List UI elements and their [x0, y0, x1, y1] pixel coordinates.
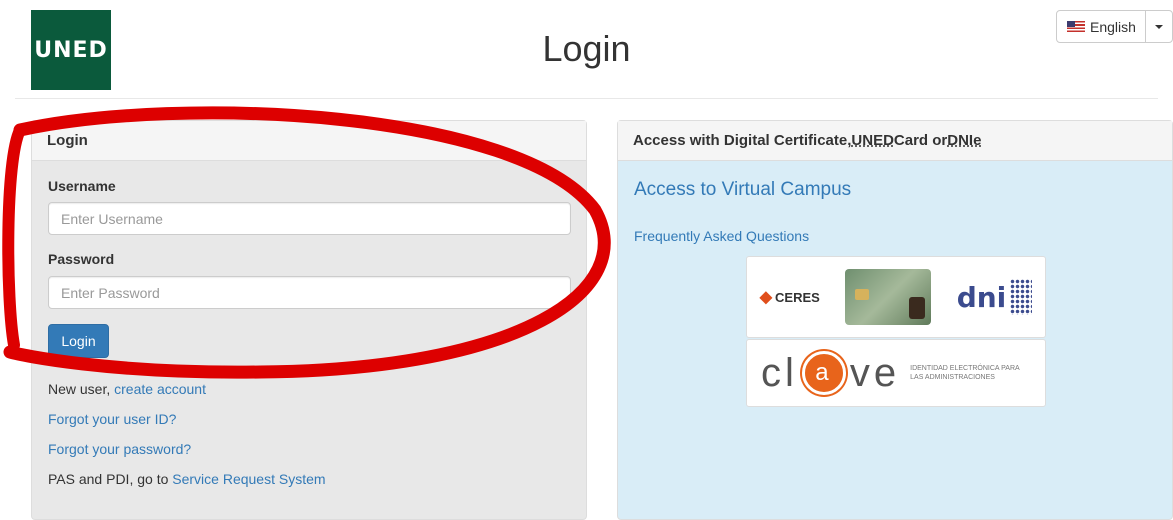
red-ellipse-left-stroke	[2, 124, 26, 351]
forgot-user-id-line: Forgot your user ID?	[48, 411, 176, 427]
card-photo-icon	[909, 297, 926, 319]
page-title: Login	[542, 28, 631, 69]
clave-wordmark: cl a ve	[761, 351, 900, 396]
dni-dots-icon	[1010, 279, 1033, 315]
header-divider	[15, 98, 1158, 99]
create-account-link[interactable]: create account	[114, 381, 206, 397]
language-label: English	[1090, 18, 1136, 35]
clave-subtitle: IDENTIDAD ELECTRÓNICA PARA LAS ADMINISTR…	[910, 365, 1020, 381]
login-panel-heading: Login	[32, 121, 586, 161]
service-request-link[interactable]: Service Request System	[172, 471, 325, 487]
virtual-campus-link[interactable]: Access to Virtual Campus	[634, 179, 851, 201]
uned-card-image	[845, 269, 932, 325]
username-label: Username	[48, 178, 116, 194]
new-user-line: New user, create account	[48, 381, 206, 397]
us-flag-icon	[1067, 21, 1085, 32]
uned-abbr: UNED	[851, 132, 894, 149]
username-input[interactable]	[48, 202, 571, 235]
clave-right: ve	[849, 350, 901, 395]
forgot-user-id-link[interactable]: Forgot your user ID?	[48, 411, 176, 427]
certificate-panel-heading: Access with Digital Certificate, UNED Ca…	[618, 121, 1172, 161]
dnie-abbr: DNIe	[947, 132, 982, 149]
forgot-password-link[interactable]: Forgot your password?	[48, 441, 191, 457]
pas-pdi-line: PAS and PDI, go to Service Request Syste…	[48, 471, 326, 487]
certificate-panel: Access with Digital Certificate, UNED Ca…	[617, 120, 1173, 520]
password-input[interactable]	[48, 276, 571, 309]
certificate-logos[interactable]: ◆ CERES dni	[746, 256, 1046, 338]
clave-a-icon: a	[801, 351, 846, 395]
password-label: Password	[48, 251, 115, 267]
caret-down-icon	[1155, 24, 1163, 29]
heading-prefix: Access with Digital Certificate,	[633, 132, 852, 149]
login-button[interactable]: Login	[48, 324, 109, 358]
new-user-text: New user,	[48, 381, 115, 397]
faq-link[interactable]: Frequently Asked Questions	[634, 228, 809, 244]
clave-logo[interactable]: cl a ve IDENTIDAD ELECTRÓNICA PARA LAS A…	[746, 339, 1046, 407]
dni-text: dni	[956, 280, 1007, 314]
language-button[interactable]: English	[1057, 11, 1146, 42]
ceres-logo: ◆ CERES	[760, 287, 820, 307]
login-panel: Login Username Password Login New user, …	[31, 120, 587, 520]
dni-logo: dni	[957, 279, 1033, 315]
forgot-password-line: Forgot your password?	[48, 441, 191, 457]
language-dropdown-toggle[interactable]	[1146, 11, 1172, 42]
ceres-text: CERES	[775, 289, 820, 305]
ceres-mark-icon: ◆	[759, 289, 773, 306]
pas-pdi-text: PAS and PDI, go to	[48, 471, 173, 487]
clave-left: cl	[761, 350, 798, 395]
card-chip-icon	[855, 289, 870, 300]
heading-mid: Card or	[893, 132, 948, 149]
language-selector[interactable]: English	[1056, 10, 1173, 43]
